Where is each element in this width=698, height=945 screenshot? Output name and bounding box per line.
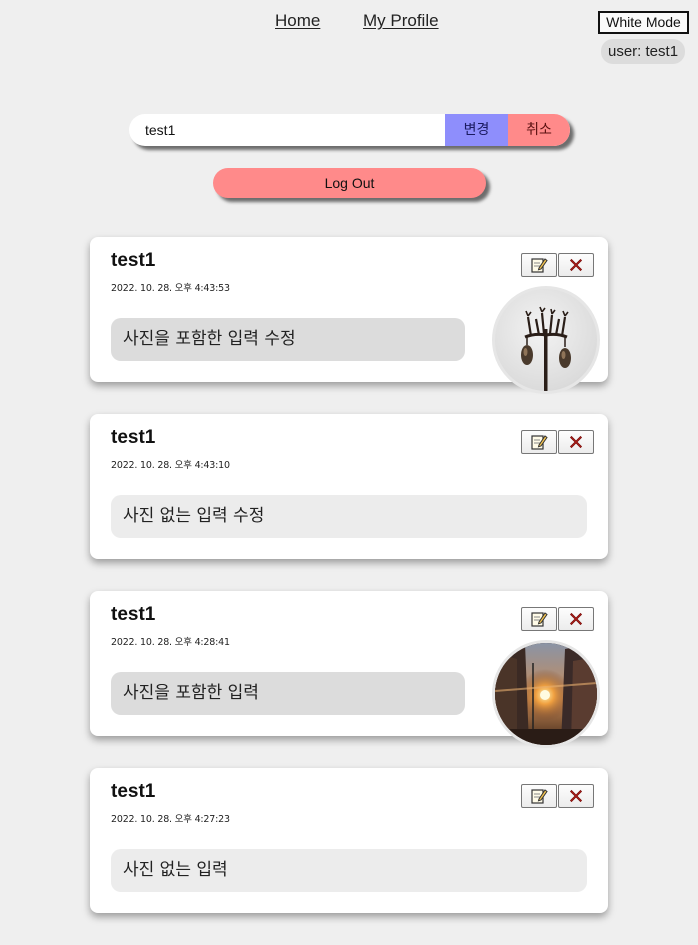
user-badge: user: test1 <box>601 39 686 64</box>
edit-icon <box>531 258 548 273</box>
white-mode-button[interactable]: White Mode <box>598 11 689 34</box>
post-text: 사진 없는 입력 수정 <box>111 495 587 538</box>
delete-x-icon <box>569 789 583 803</box>
post-text: 사진을 포함한 입력 <box>111 672 465 715</box>
delete-x-icon <box>569 612 583 626</box>
city-sunset-photo <box>495 643 597 745</box>
delete-post-button[interactable] <box>558 607 594 631</box>
delete-x-icon <box>569 435 583 449</box>
change-button[interactable]: 변경 <box>445 114 508 146</box>
nav-my-profile-link[interactable]: My Profile <box>363 11 439 31</box>
post-card: test1 2022. 10. 28. 오후 4:28:41 사진을 포함한 입… <box>90 591 608 748</box>
post-author: test1 <box>111 781 156 802</box>
post-author: test1 <box>111 250 156 271</box>
post-text: 사진 없는 입력 <box>111 849 587 892</box>
post-feed: test1 2022. 10. 28. 오후 4:43:53 사진을 포함한 입… <box>90 237 608 945</box>
post-date: 2022. 10. 28. 오후 4:43:53 <box>111 283 230 294</box>
profile-name-edit-form: 변경 취소 <box>129 114 570 146</box>
logout-button[interactable]: Log Out <box>213 168 486 198</box>
delete-post-button[interactable] <box>558 430 594 454</box>
post-actions <box>521 607 594 631</box>
post-date: 2022. 10. 28. 오후 4:27:23 <box>111 814 230 825</box>
post-author: test1 <box>111 604 156 625</box>
nav-home-link[interactable]: Home <box>275 11 320 31</box>
post-text: 사진을 포함한 입력 수정 <box>111 318 465 361</box>
post-card: test1 2022. 10. 28. 오후 4:43:10 사진 없는 입력 … <box>90 414 608 559</box>
post-actions <box>521 430 594 454</box>
edit-post-button[interactable] <box>521 253 557 277</box>
post-actions <box>521 253 594 277</box>
edit-post-button[interactable] <box>521 430 557 454</box>
post-date: 2022. 10. 28. 오후 4:43:10 <box>111 460 230 471</box>
delete-x-icon <box>569 258 583 272</box>
post-author: test1 <box>111 427 156 448</box>
display-name-input[interactable] <box>129 114 445 146</box>
top-nav: Home My Profile <box>0 11 698 33</box>
post-card: test1 2022. 10. 28. 오후 4:27:23 사진 없는 입력 <box>90 768 608 913</box>
edit-post-button[interactable] <box>521 784 557 808</box>
post-date: 2022. 10. 28. 오후 4:28:41 <box>111 637 230 648</box>
delete-post-button[interactable] <box>558 253 594 277</box>
edit-icon <box>531 435 548 450</box>
post-photo <box>492 286 600 394</box>
cancel-button[interactable]: 취소 <box>508 114 570 146</box>
post-photo <box>492 640 600 748</box>
edit-post-button[interactable] <box>521 607 557 631</box>
edit-icon <box>531 612 548 627</box>
street-lamp-photo <box>521 306 571 391</box>
edit-icon <box>531 789 548 804</box>
post-actions <box>521 784 594 808</box>
post-card: test1 2022. 10. 28. 오후 4:43:53 사진을 포함한 입… <box>90 237 608 394</box>
delete-post-button[interactable] <box>558 784 594 808</box>
